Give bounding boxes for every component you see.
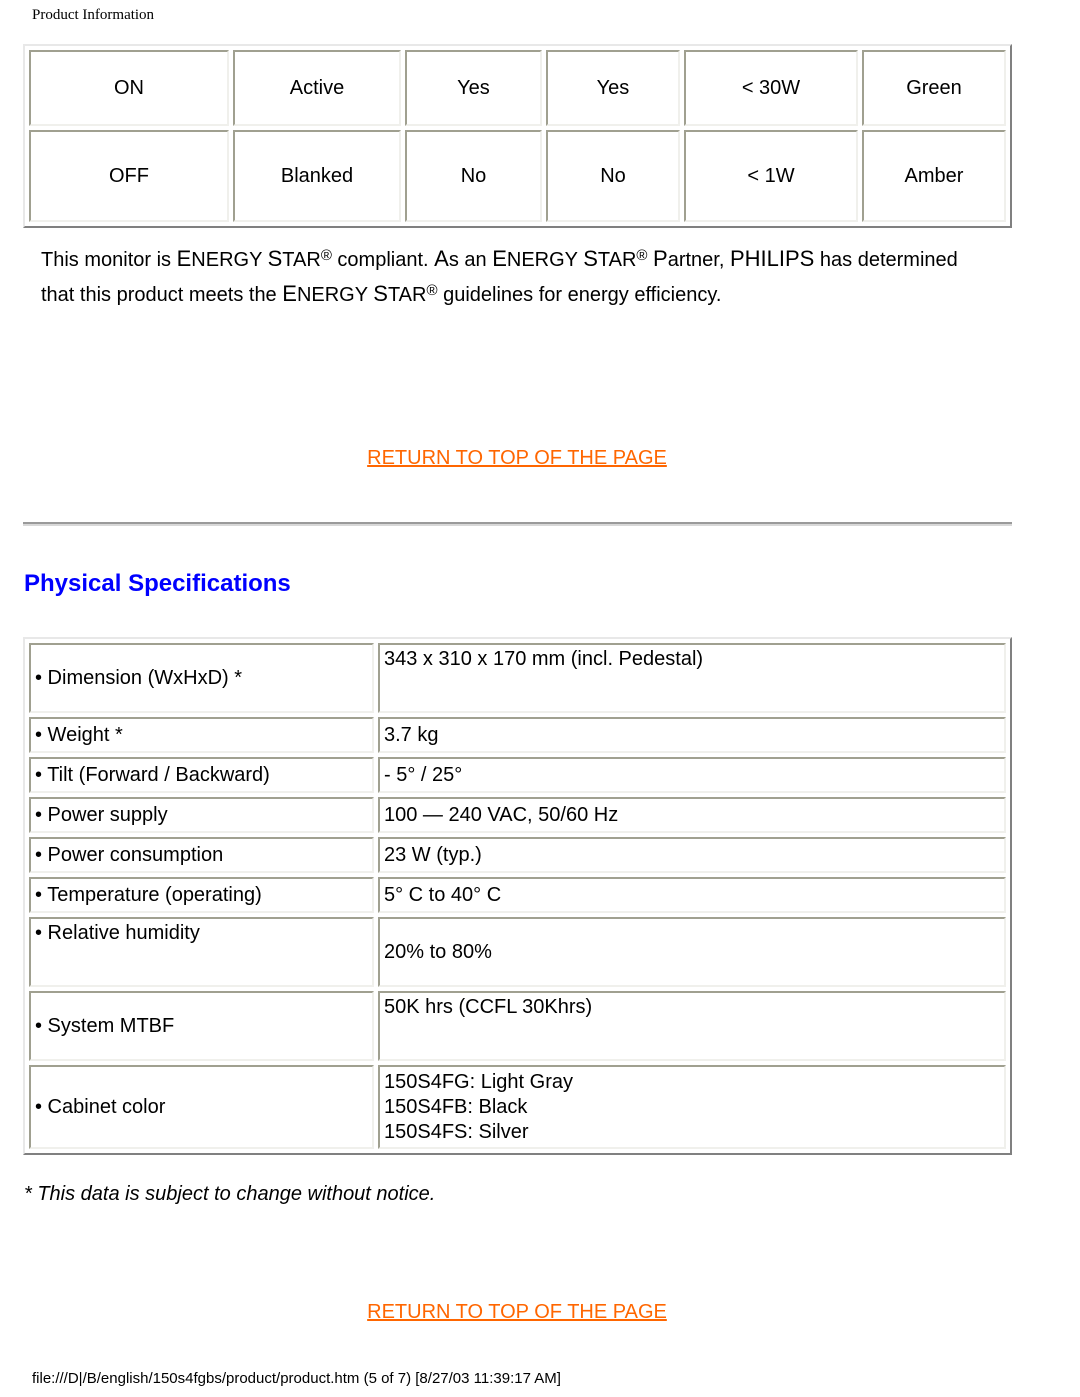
table-row: OFF Blanked No No < 1W Amber	[29, 130, 1006, 222]
spec-label: • Relative humidity	[29, 917, 374, 987]
spec-value: 3.7 kg	[378, 717, 1006, 753]
table-row: ON Active Yes Yes < 30W Green	[29, 50, 1006, 126]
table-row: • Weight * 3.7 kg	[29, 717, 1006, 753]
page-header-title: Product Information	[32, 7, 155, 23]
led-color-cell: Green	[862, 50, 1006, 126]
cabinet-color-option: 150S4FS: Silver	[384, 1120, 529, 1143]
spec-label: • Power consumption	[29, 837, 374, 873]
cabinet-color-option: 150S4FB: Black	[384, 1095, 528, 1118]
spec-label: • System MTBF	[29, 991, 374, 1061]
power-management-table: ON Active Yes Yes < 30W Green OFF Blanke…	[23, 44, 1012, 228]
video-cell: Active	[233, 50, 401, 126]
mode-cell: ON	[29, 50, 229, 126]
registered-mark: ®	[320, 247, 332, 264]
registered-mark: ®	[636, 247, 648, 264]
brand-name: PHILIPS	[729, 246, 815, 271]
physical-specifications-table: • Dimension (WxHxD) * 343 x 310 x 170 mm…	[23, 637, 1012, 1155]
registered-mark: ®	[426, 282, 438, 299]
spec-value: 50K hrs (CCFL 30Khrs)	[378, 991, 1006, 1061]
return-to-top-link[interactable]: RETURN TO TOP OF THE PAGE	[0, 447, 1034, 470]
spec-value: 23 W (typ.)	[378, 837, 1006, 873]
table-row: • Dimension (WxHxD) * 343 x 310 x 170 mm…	[29, 643, 1006, 713]
power-used-cell: < 30W	[684, 50, 858, 126]
spec-label: • Cabinet color	[29, 1065, 374, 1149]
energy-star-statement: This monitor is ENERGY STAR® compliant. …	[41, 246, 958, 306]
hsync-cell: Yes	[405, 50, 542, 126]
hsync-cell: No	[405, 130, 542, 222]
table-row: • Power supply 100 — 240 VAC, 50/60 Hz	[29, 797, 1006, 833]
mode-cell: OFF	[29, 130, 229, 222]
table-row: • System MTBF 50K hrs (CCFL 30Khrs)	[29, 991, 1006, 1061]
vsync-cell: Yes	[546, 50, 680, 126]
spec-value: 150S4FG: Light Gray 150S4FB: Black 150S4…	[378, 1065, 1006, 1149]
table-row: • Cabinet color 150S4FG: Light Gray 150S…	[29, 1065, 1006, 1149]
spec-label: • Dimension (WxHxD) *	[29, 643, 374, 713]
spec-value: - 5° / 25°	[378, 757, 1006, 793]
table-row: • Relative humidity 20% to 80%	[29, 917, 1006, 987]
table-row: • Temperature (operating) 5° C to 40° C	[29, 877, 1006, 913]
footnote: * This data is subject to change without…	[24, 1183, 436, 1205]
spec-value: 343 x 310 x 170 mm (incl. Pedestal)	[378, 643, 1006, 713]
led-color-cell: Amber	[862, 130, 1006, 222]
table-row: • Power consumption 23 W (typ.)	[29, 837, 1006, 873]
spec-label: • Power supply	[29, 797, 374, 833]
section-heading-physical-specifications: Physical Specifications	[24, 570, 291, 597]
spec-label: • Weight *	[29, 717, 374, 753]
table-row: • Tilt (Forward / Backward) - 5° / 25°	[29, 757, 1006, 793]
power-used-cell: < 1W	[684, 130, 858, 222]
spec-value: 100 — 240 VAC, 50/60 Hz	[378, 797, 1006, 833]
file-path-footer: file:///D|/B/english/150s4fgbs/product/p…	[32, 1370, 561, 1387]
cabinet-color-option: 150S4FG: Light Gray	[384, 1070, 573, 1093]
spec-label: • Temperature (operating)	[29, 877, 374, 913]
spec-value: 5° C to 40° C	[378, 877, 1006, 913]
video-cell: Blanked	[233, 130, 401, 222]
spec-value: 20% to 80%	[378, 917, 1006, 987]
horizontal-divider	[23, 522, 1012, 526]
vsync-cell: No	[546, 130, 680, 222]
spec-label: • Tilt (Forward / Backward)	[29, 757, 374, 793]
return-to-top-link[interactable]: RETURN TO TOP OF THE PAGE	[0, 1301, 1034, 1324]
